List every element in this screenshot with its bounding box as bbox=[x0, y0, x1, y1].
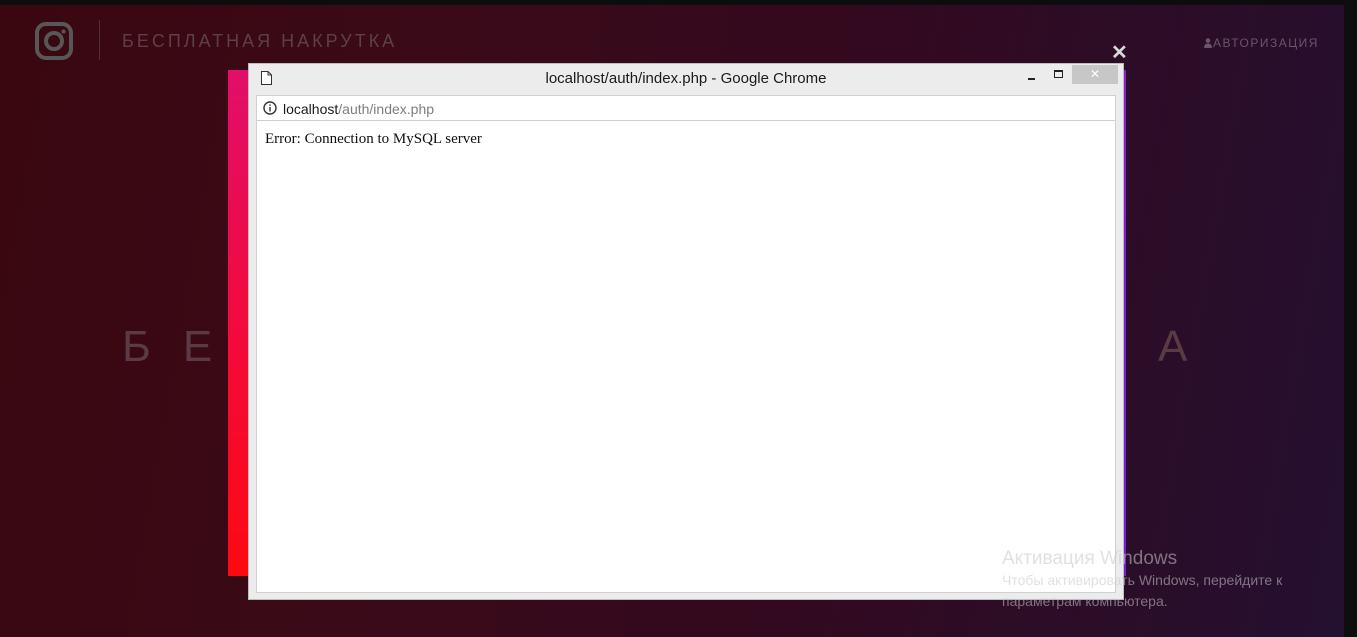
person-icon bbox=[1204, 37, 1212, 51]
url-host: localhost bbox=[283, 101, 339, 117]
hero-heading-left: БЕ bbox=[122, 322, 245, 371]
url-path: /auth/index.php bbox=[338, 101, 435, 117]
activation-watermark-title: Активация Windows bbox=[1002, 548, 1178, 569]
page-viewport: Error: Connection to MySQL server bbox=[256, 121, 1116, 593]
right-edge-strip bbox=[1344, 0, 1357, 637]
activation-watermark-line2: параметрам компьютера. bbox=[1002, 593, 1168, 609]
minimize-button[interactable] bbox=[1021, 66, 1043, 86]
activation-watermark-line1: Чтобы активировать Windows, перейдите к bbox=[1002, 572, 1283, 588]
chrome-popup-window: localhost/auth/index.php - Google Chrome… bbox=[248, 63, 1124, 600]
maximize-button[interactable] bbox=[1048, 66, 1070, 86]
auth-link[interactable]: АВТОРИЗАЦИЯ bbox=[1204, 36, 1319, 51]
window-titlebar[interactable]: localhost/auth/index.php - Google Chrome… bbox=[249, 64, 1123, 94]
site-title[interactable]: БЕСПЛАТНАЯ НАКРУТКА bbox=[122, 31, 397, 52]
header-divider bbox=[99, 20, 100, 60]
error-message: Error: Connection to MySQL server bbox=[265, 131, 482, 147]
address-bar[interactable]: localhost/auth/index.php bbox=[256, 95, 1116, 121]
window-title: localhost/auth/index.php - Google Chrome bbox=[545, 70, 827, 87]
top-edge-strip bbox=[0, 0, 1357, 5]
modal-close-button[interactable]: ✕ bbox=[1111, 40, 1128, 65]
desktop-screen: БЕСПЛАТНАЯ НАКРУТКА АВТОРИЗАЦИЯ БЕ А ✕ l… bbox=[0, 0, 1357, 637]
auth-link-label: АВТОРИЗАЦИЯ bbox=[1213, 36, 1319, 50]
instagram-icon[interactable] bbox=[35, 22, 73, 60]
window-close-button[interactable]: ✕ bbox=[1072, 65, 1118, 84]
hero-heading-right: А bbox=[1158, 322, 1188, 371]
url-text[interactable]: localhost/auth/index.php bbox=[283, 101, 434, 117]
info-icon[interactable] bbox=[263, 101, 277, 120]
